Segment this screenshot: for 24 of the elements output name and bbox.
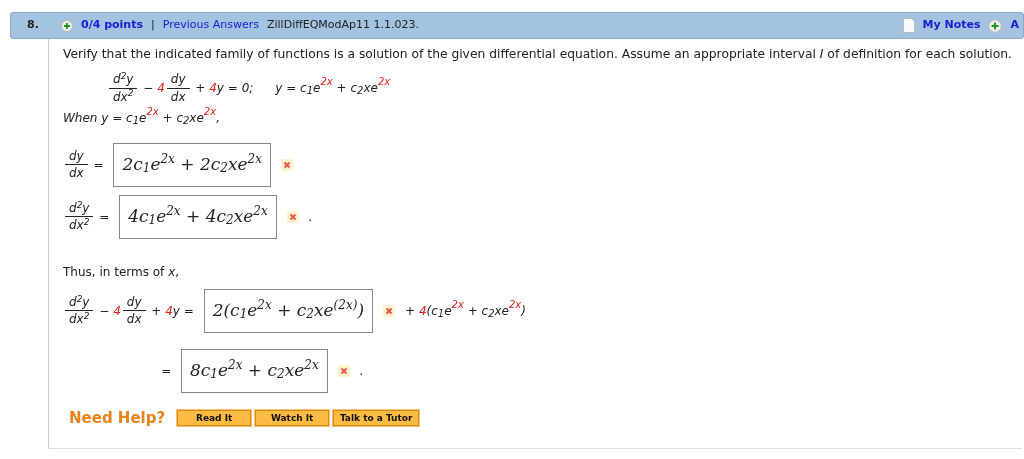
my-notes-link[interactable]: My Notes: [922, 17, 981, 34]
help-button[interactable]: Talk to a Tutor: [333, 409, 420, 427]
points-text: 0/4 points: [81, 17, 143, 34]
equation-left-side: =: [160, 362, 173, 380]
question-prompt: Verify that the indicated family of functions is a solution of the given differential equation. Assume an appropriate interval I of definition for each solution.: [63, 46, 1013, 63]
need-help-label: Need Help?: [69, 407, 166, 429]
thus-text: Thus, in terms of x,: [63, 264, 180, 279]
note-icon[interactable]: [902, 18, 915, 33]
equation-right-side: .: [359, 362, 364, 380]
plus-icon[interactable]: [61, 19, 73, 32]
answer-field[interactable]: 2c$_{1}$e$^{2x}$ + 2c$_{2}$xe$^{2x}$: [113, 142, 271, 187]
help-button[interactable]: Read It: [177, 409, 252, 427]
answer-field[interactable]: 2(c$_{1}$e$^{2x}$ + c$_{2}$xe$^{(2x)}$): [203, 288, 373, 333]
question-source: ZillDiffEQModAp11 1.1.023.: [266, 17, 420, 34]
equation-right-side: .: [308, 208, 313, 226]
help-button[interactable]: Watch It: [255, 409, 330, 427]
ask-link[interactable]: A: [1010, 17, 1019, 34]
answer-field[interactable]: 8c$_{1}$e$^{2x}$ + c$_{2}$xe$^{2x}$: [181, 348, 328, 393]
answer-field[interactable]: 4c$_{1}$e$^{2x}$ + 4c$_{2}$xe$^{2x}$: [119, 194, 277, 239]
plus-icon[interactable]: [988, 18, 1003, 33]
question-number: 8.: [27, 17, 40, 34]
previous-answers-link[interactable]: Previous Answers: [162, 17, 259, 34]
separator: |: [151, 17, 155, 34]
equation-left-side: d$^{2}$y dx$^{2}$ =: [63, 200, 114, 234]
